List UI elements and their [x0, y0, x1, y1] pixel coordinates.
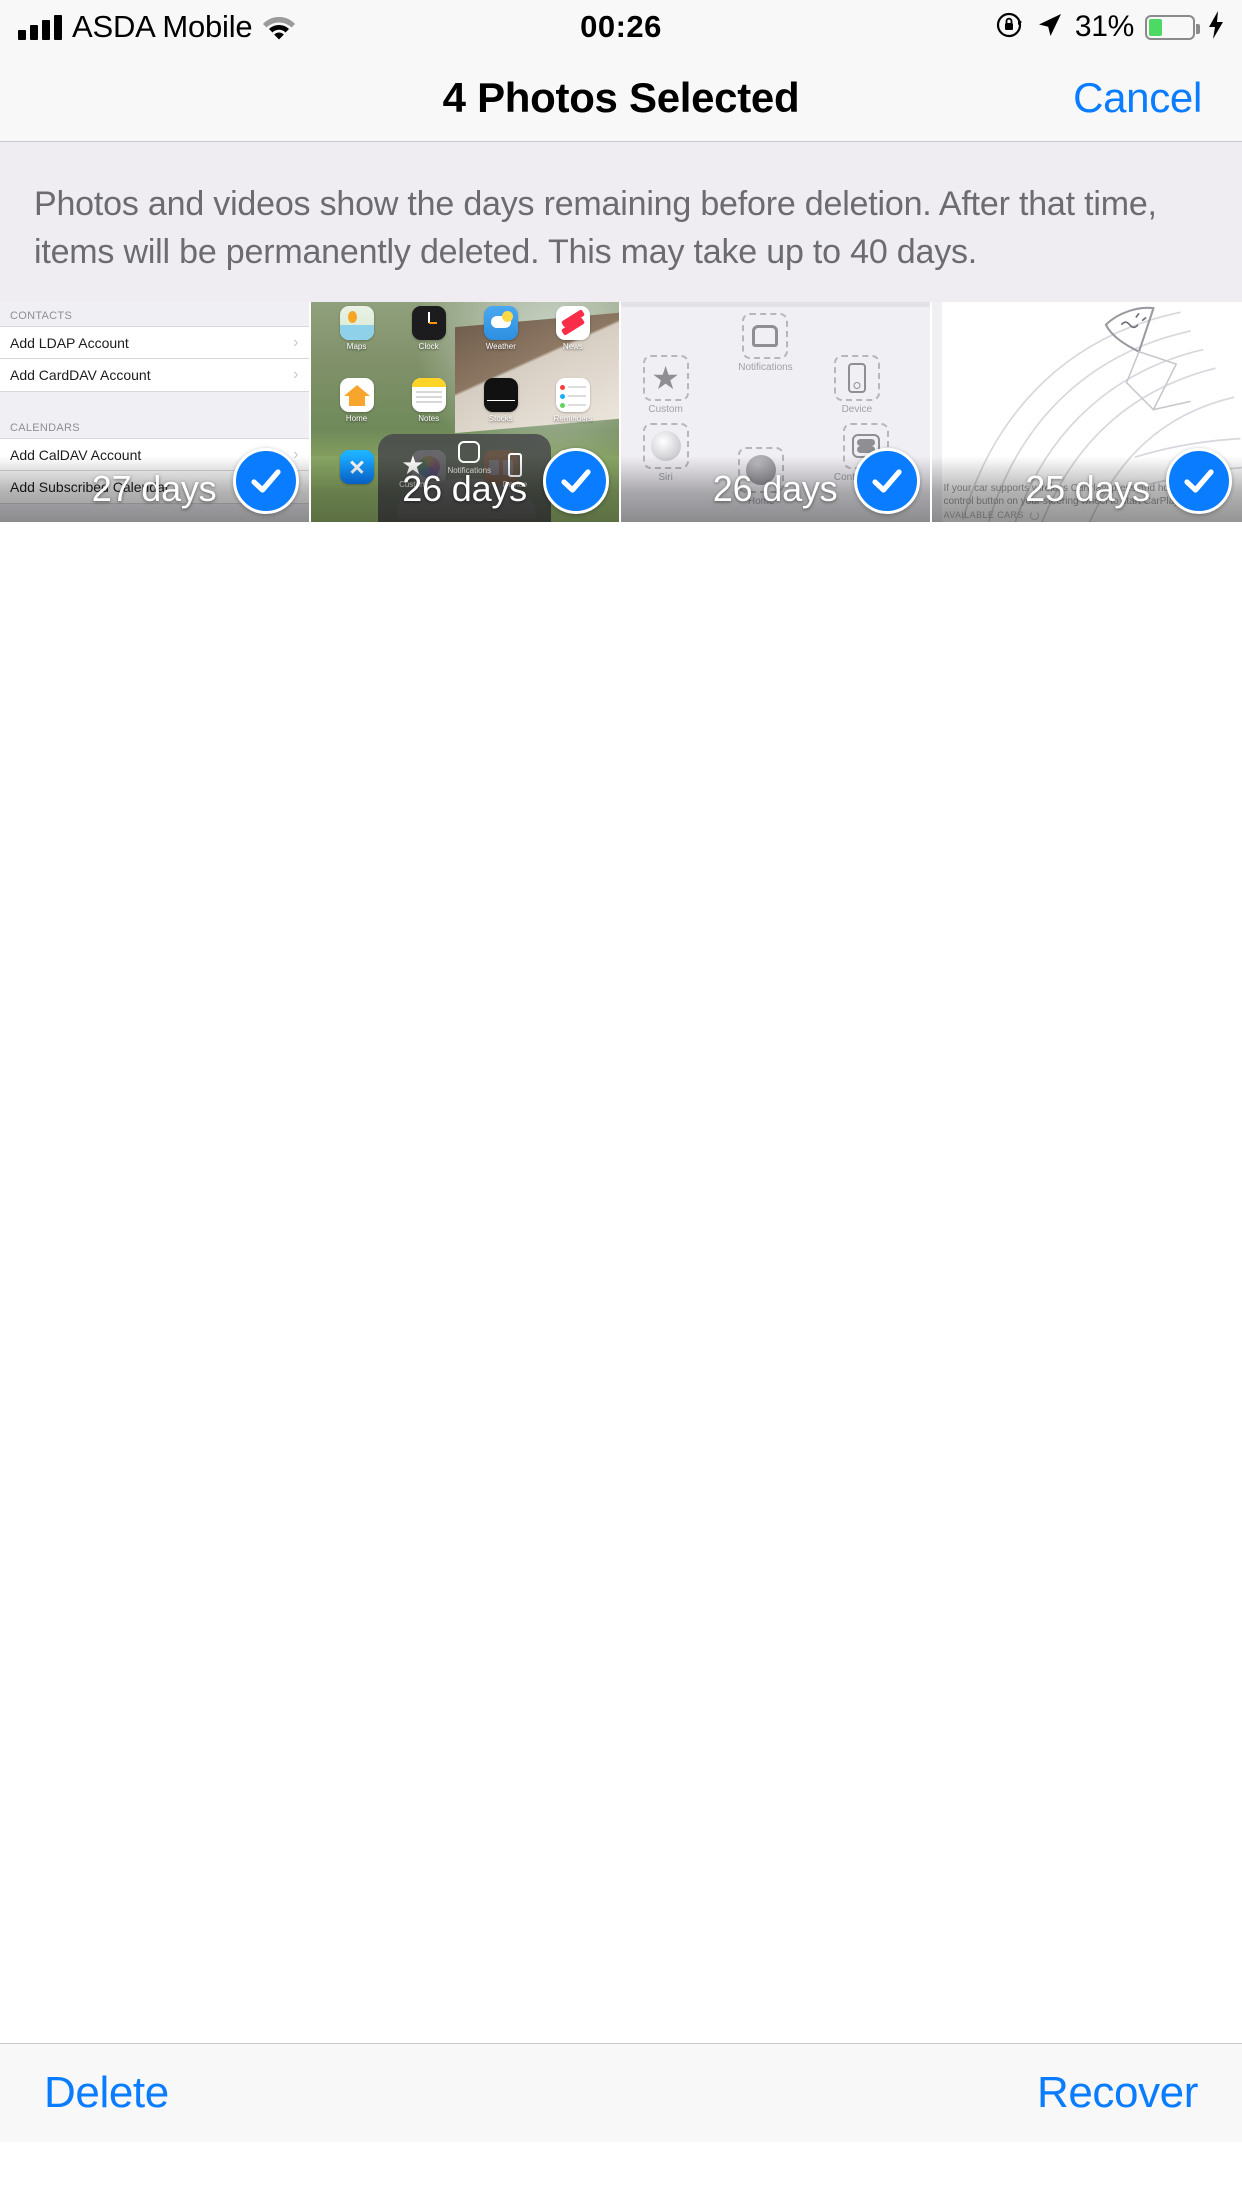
clock-icon	[411, 306, 446, 340]
thumb1-spacer	[0, 392, 309, 414]
selection-checkmark-icon[interactable]	[1166, 448, 1232, 514]
photo-cell[interactable]: CONTACTS Add LDAP Account › Add CardDAV …	[0, 302, 311, 522]
cancel-button[interactable]: Cancel	[1073, 74, 1202, 122]
selection-checkmark-icon[interactable]	[543, 448, 609, 514]
node-notifications: Notifications	[738, 313, 793, 373]
app-label: Weather	[485, 342, 516, 351]
thumb1-row-add-ldap: Add LDAP Account ›	[0, 326, 309, 359]
days-remaining-label: 26 days	[402, 468, 527, 509]
info-banner-text: Photos and videos show the days remainin…	[34, 185, 1157, 271]
recover-button[interactable]: Recover	[1037, 2068, 1198, 2118]
bottom-toolbar: Delete Recover	[0, 2043, 1242, 2142]
app-label: Stocks	[488, 414, 513, 423]
app-icon-news: News	[537, 306, 609, 378]
thumb1-section-header-contacts: CONTACTS	[10, 310, 73, 322]
node-label: Notifications	[738, 362, 793, 373]
app-icon-maps: Maps	[321, 306, 393, 378]
app-label: News	[562, 342, 583, 351]
notifications-icon	[742, 313, 789, 359]
app-label: Clock	[418, 342, 439, 351]
photo-cell[interactable]: Notifications ★ Custom Device Siri Home	[621, 302, 932, 522]
status-bar-right: 31%	[995, 10, 1226, 45]
app-label: Notes	[418, 414, 440, 423]
battery-percent-label: 31%	[1074, 10, 1134, 43]
empty-content-area	[0, 522, 1242, 2043]
device-icon	[833, 354, 880, 401]
days-remaining-label: 26 days	[712, 468, 838, 509]
days-remaining-label: 25 days	[1025, 468, 1150, 509]
app-label: Home	[345, 414, 368, 423]
star-icon: ★	[642, 354, 689, 401]
node-label: Device	[841, 403, 873, 415]
app-label: Reminders	[553, 414, 593, 423]
days-remaining-label: 27 days	[91, 468, 217, 509]
node-label: Custom	[648, 403, 683, 415]
node-device: Device	[833, 354, 880, 415]
charging-bolt-icon	[1206, 10, 1226, 45]
navigation-bar: 4 Photos Selected Cancel	[0, 54, 1242, 142]
thumb1-row-label: Add CardDAV Account	[10, 367, 151, 383]
thumb1-row-label: Add LDAP Account	[10, 334, 129, 351]
app-label: Maps	[346, 342, 367, 351]
location-arrow-icon	[1036, 11, 1064, 44]
chevron-right-icon: ›	[293, 333, 299, 351]
weather-icon	[483, 306, 518, 340]
info-banner: Photos and videos show the days remainin…	[0, 142, 1242, 302]
node-custom: ★ Custom	[642, 354, 689, 415]
photo-cell[interactable]: If your car supports wireless CarPlay, p…	[931, 302, 1242, 522]
app-icon-reminders: Reminders	[537, 378, 609, 450]
stocks-icon	[483, 378, 518, 412]
battery-fill	[1149, 18, 1163, 36]
news-icon	[555, 306, 590, 340]
chevron-right-icon: ›	[293, 366, 299, 383]
app-icon-clock: Clock	[393, 306, 465, 378]
photo-cell[interactable]: Maps Clock Weather News Home Notes Stock…	[310, 302, 621, 522]
thumb1-section-header-calendars: CALENDARS	[10, 422, 80, 434]
battery-icon	[1145, 14, 1200, 40]
page-title: 4 Photos Selected	[442, 73, 800, 121]
rotation-lock-icon	[995, 10, 1025, 45]
thumb1-row-add-carddav: Add CardDAV Account ›	[0, 359, 309, 392]
home-app-icon	[339, 378, 374, 412]
status-bar: ASDA Mobile 00:26 31%	[0, 0, 1242, 54]
selection-checkmark-icon[interactable]	[853, 448, 920, 514]
photo-grid: CONTACTS Add LDAP Account › Add CardDAV …	[0, 302, 1242, 522]
notes-icon	[411, 378, 446, 412]
maps-icon	[339, 306, 374, 340]
reminders-icon	[555, 378, 590, 412]
app-icon-weather: Weather	[465, 306, 537, 378]
home-indicator-area	[0, 2142, 1242, 2208]
delete-button[interactable]: Delete	[44, 2068, 169, 2118]
selection-checkmark-icon[interactable]	[232, 448, 299, 514]
